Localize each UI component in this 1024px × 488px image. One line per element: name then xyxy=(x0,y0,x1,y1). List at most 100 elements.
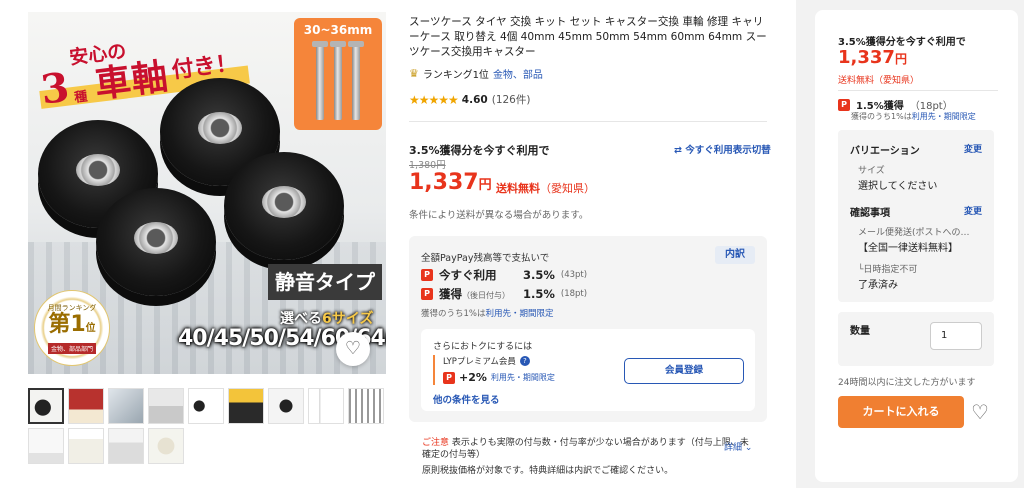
points-promo-label: 3.5%獲得分を今すぐ利用で xyxy=(409,144,550,157)
product-title: スーツケース タイヤ 交換 キット セット キャスター交換 車輪 修理 キャリー… xyxy=(409,16,767,58)
axle-bolt-3 xyxy=(348,41,364,120)
paypay-icon: P xyxy=(443,371,455,384)
premium-bonus: P +2% 利用先・期間限定 xyxy=(443,371,613,384)
thumbnail[interactable] xyxy=(148,428,184,464)
price: 1,337円 xyxy=(409,170,492,195)
thumbnail[interactable] xyxy=(28,388,64,424)
date-spec-value: 了承済み xyxy=(858,280,898,291)
ranking-category-link[interactable]: 金物、部品 xyxy=(493,66,543,81)
heart-outline-icon: ♡ xyxy=(344,338,362,359)
badge-rank: 第1位 xyxy=(48,312,96,337)
axle-bolt-2 xyxy=(330,41,346,120)
thumbnail[interactable] xyxy=(68,428,104,464)
member-register-button[interactable]: 会員登録 xyxy=(624,358,744,384)
divider xyxy=(409,121,767,122)
headline-small: 種 xyxy=(73,89,89,106)
thumbnail[interactable] xyxy=(108,388,144,424)
variation-box: バリエーション 変更 サイズ 選択してください 確認事項 変更 メール便発送(ポ… xyxy=(838,130,994,302)
paypay-icon: P xyxy=(421,269,433,281)
wheel-image xyxy=(96,188,216,296)
thumbnail[interactable] xyxy=(268,388,304,424)
thumbnail[interactable] xyxy=(228,388,264,424)
mail-delivery-value: 【全国一律送料無料】 xyxy=(858,243,958,254)
pay-row-rate: 3.5% xyxy=(523,268,555,282)
main-product-image[interactable]: 安心の 3 種 車軸 付き！ 30~36mm 静音タイプ 選べる6サイズ 40/… xyxy=(28,12,386,374)
crown-icon: ♛ xyxy=(409,67,419,80)
thumbnail[interactable] xyxy=(148,388,184,424)
paypay-icon: P xyxy=(421,288,433,300)
quantity-box: 数量 1 xyxy=(838,312,994,366)
earn-limit-link[interactable]: 利用先・期間限定 xyxy=(912,112,976,121)
chevron-down-icon: ⌄ xyxy=(744,443,753,453)
shipping-info: 送料無料（愛知県） xyxy=(496,182,595,195)
buy-panel-earn: P 1.5%獲得 （18pt） xyxy=(838,97,953,112)
pay-row-label: 今すぐ利用 xyxy=(439,268,497,282)
premium-member-label: LYPプレミアム会員? xyxy=(443,355,613,367)
premium-member-card: LYPプレミアム会員? P +2% 利用先・期間限定 xyxy=(433,355,613,385)
size-label: サイズ xyxy=(858,166,885,176)
quantity-input[interactable]: 1 xyxy=(930,322,982,350)
switch-display-link[interactable]: ⇄ 今すぐ利用表示切替 xyxy=(674,142,771,156)
sizes-highlight: 6サイズ xyxy=(322,311,374,327)
sizes-prefix: 選べる xyxy=(280,311,322,327)
divider xyxy=(838,90,998,91)
heart-outline-icon: ♡ xyxy=(971,400,989,424)
axle-size-box: 30~36mm xyxy=(294,18,382,130)
axle-size-label: 30~36mm xyxy=(303,23,373,37)
thumbnail[interactable] xyxy=(28,428,64,464)
thumbnail[interactable] xyxy=(108,428,144,464)
shipping-note: 条件により送料が異なる場合があります。 xyxy=(409,210,589,221)
quiet-type-label: 静音タイプ xyxy=(268,264,382,300)
deal-title: さらにおトクにするには xyxy=(433,342,533,352)
rating-row[interactable]: ★★★★★ 4.60 (126件) xyxy=(409,92,530,107)
thumbnail[interactable] xyxy=(68,388,104,424)
variation-change-link[interactable]: 変更 xyxy=(964,142,982,155)
thumbnail[interactable] xyxy=(348,388,384,424)
pay-row-points: (18pt) xyxy=(560,289,588,299)
ranking-row: ♛ ランキング1位 金物、部品 xyxy=(409,66,543,81)
caution-label: ご注意 xyxy=(422,438,450,448)
caution-note: ご注意 表示よりも実際の付与数・付与率が少ない場合があります（付与上限、未確定の… xyxy=(422,438,749,460)
buy-panel-earn-limit: 獲得のうち1%は利用先・期間限定 xyxy=(851,112,976,121)
paypay-icon: P xyxy=(838,98,850,111)
sliders-icon: ⇄ xyxy=(674,145,686,156)
points-limit-link[interactable]: 利用先・期間限定 xyxy=(486,309,554,319)
pay-row-rate: 1.5% xyxy=(523,287,555,301)
confirm-title: 確認事項 xyxy=(850,208,890,219)
confirm-change-link[interactable]: 変更 xyxy=(964,204,982,217)
favorite-button[interactable]: ♡ xyxy=(336,332,370,366)
pay-row-points: (43pt) xyxy=(560,270,588,280)
tax-note: 原則税抜価格が対象です。特典詳細は内訳でご確認ください。 xyxy=(422,466,674,476)
buy-panel-promo: 3.5%獲得分を今すぐ利用で xyxy=(838,37,966,48)
breakdown-button[interactable]: 内訳 xyxy=(715,246,755,264)
ranking-label: ランキング1位 xyxy=(422,70,489,81)
variation-title: バリエーション xyxy=(850,146,920,157)
rating-score: 4.60 xyxy=(461,93,488,106)
thumbnail[interactable] xyxy=(308,388,344,424)
mail-delivery-label: メール便発送(ポストへの… xyxy=(858,228,970,238)
premium-bonus-link[interactable]: 利用先・期間限定 xyxy=(491,372,555,383)
points-limit-note: 獲得のうち1%は利用先・期間限定 xyxy=(421,309,554,319)
thumbnail[interactable] xyxy=(188,388,224,424)
review-count: (126件) xyxy=(491,94,531,106)
buy-panel-shipping: 送料無料（愛知県） xyxy=(838,76,920,86)
headline-number: 3 xyxy=(38,63,72,114)
payment-title: 全額PayPay残高等で支払いで xyxy=(421,253,550,264)
other-conditions-link[interactable]: 他の条件を見る xyxy=(433,392,500,406)
buy-panel-price: 1,337円 xyxy=(838,47,907,68)
badge-category: 金物、部品部門 xyxy=(47,343,96,354)
quantity-label: 数量 xyxy=(850,326,870,337)
headline-big: 車軸 xyxy=(92,55,172,107)
ranking-badge: 月間ランキング 第1位 金物、部品部門 xyxy=(34,290,110,366)
pay-row-label: 獲得（後日付与） xyxy=(439,287,510,301)
favorite-button[interactable]: ♡ xyxy=(971,400,989,424)
pay-row-earn: P 獲得（後日付与） 1.5% (18pt) xyxy=(421,286,587,302)
extra-deal-box: さらにおトクにするには LYPプレミアム会員? P +2% 利用先・期間限定 会員登… xyxy=(421,329,755,411)
recent-buyers-note: 24時間以内に注文した方がいます xyxy=(838,378,976,388)
caution-detail-link[interactable]: 詳細 ⌄ xyxy=(724,440,752,453)
star-rating-icon: ★★★★★ xyxy=(409,92,459,107)
original-price: 1,380円 xyxy=(409,160,446,171)
help-icon[interactable]: ? xyxy=(519,356,530,366)
add-to-cart-button[interactable]: カートに入れる xyxy=(838,396,964,428)
size-value[interactable]: 選択してください xyxy=(858,177,937,192)
